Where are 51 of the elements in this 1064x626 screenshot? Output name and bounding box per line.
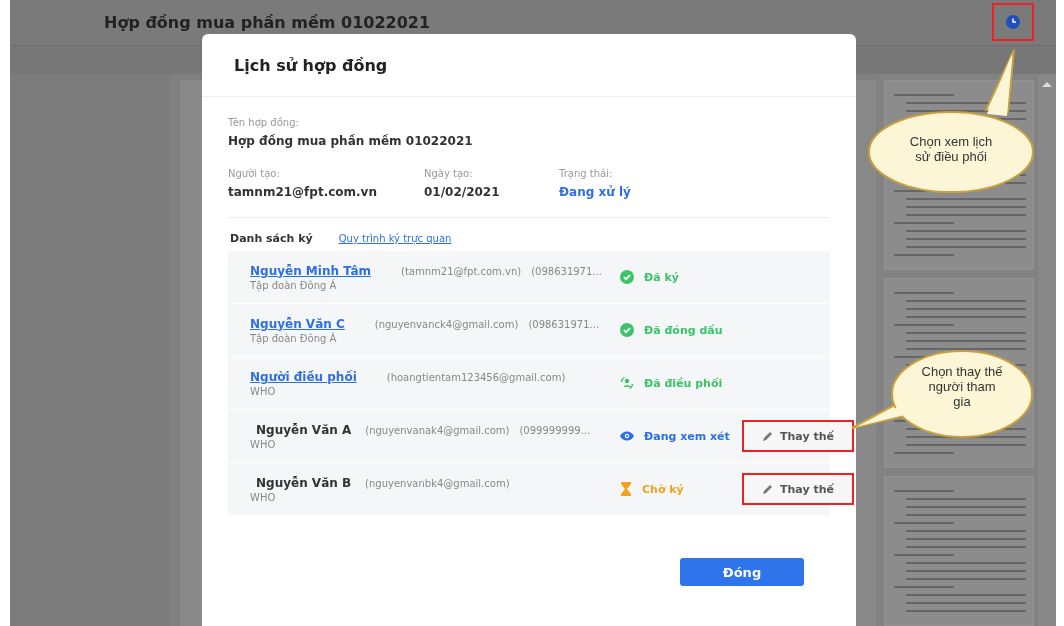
- callout-text: Chọn xem lịch sử điều phối: [908, 134, 994, 164]
- people-sync-icon: [620, 376, 634, 390]
- field-value: 01/02/2021: [424, 185, 501, 199]
- history-button[interactable]: [992, 3, 1034, 42]
- signer-organization: WHO: [250, 491, 277, 503]
- signer-email: (hoangtientam123456@gmail.com): [386, 371, 566, 383]
- signer-organization: Tập đoàn Đông Á: [250, 332, 338, 344]
- signer-phone: (098631971...: [531, 265, 602, 277]
- field-label: Tên hợp đồng:: [228, 117, 300, 128]
- field-label: Ngày tạo:: [424, 168, 474, 179]
- signer-email: (tamnm21@fpt.com.vn): [401, 265, 522, 277]
- contract-name: Hợp đồng mua phần mềm 01022021: [228, 134, 474, 148]
- signer-organization: WHO: [250, 438, 277, 450]
- replace-button[interactable]: Thay thế: [742, 473, 854, 505]
- signer-name: Nguyễn Văn B: [256, 475, 352, 490]
- close-button[interactable]: Đóng: [680, 558, 804, 586]
- replace-button[interactable]: Thay thế: [742, 420, 854, 452]
- signing-status: Đang xem xét: [644, 429, 730, 443]
- signer-organization: WHO: [250, 385, 277, 397]
- signing-flow-link[interactable]: Quy trình ký trực quan: [338, 233, 452, 244]
- status-value: Đang xử lý: [559, 185, 632, 199]
- signer-name[interactable]: Người điều phối: [250, 369, 357, 384]
- field-value: tamnm21@fpt.com.vn: [228, 185, 378, 199]
- signer-phone: (098631971...: [528, 318, 600, 330]
- signing-status: Chờ ký: [642, 482, 684, 496]
- signer-email: (nguyenvanbk4@gmail.com): [365, 477, 510, 489]
- pencil-icon: [762, 483, 774, 495]
- page-thumbnail-drawing[interactable]: [884, 476, 1034, 626]
- pencil-icon: [762, 430, 774, 442]
- signing-status: Đã đóng dấu: [644, 323, 723, 337]
- dialog-title: Lịch sử hợp đồng: [234, 55, 388, 75]
- signer-name: Nguyễn Văn A: [256, 422, 352, 437]
- signer-organization: Tập đoàn Đông Á: [250, 279, 338, 291]
- scroll-up-icon[interactable]: [1041, 80, 1053, 88]
- signing-status: Đã điều phối: [644, 376, 723, 390]
- signer-email: (nguyenvanak4@gmail.com): [365, 424, 510, 436]
- check-circle-icon: [620, 323, 634, 337]
- signing-status: Đã ký: [644, 270, 679, 284]
- document-title: Hợp đồng mua phần mềm 01022021: [104, 12, 431, 32]
- eye-icon: [620, 431, 634, 441]
- clock-icon: [1006, 15, 1020, 30]
- signer-phone: (099999999...: [519, 424, 591, 436]
- signer-name[interactable]: Nguyễn Văn C: [250, 316, 345, 331]
- signer-name[interactable]: Nguyễn Minh Tâm: [250, 263, 371, 278]
- signer-email: (nguyenvanck4@gmail.com): [374, 318, 519, 330]
- hourglass-icon: [620, 482, 632, 496]
- field-label: Trạng thái:: [559, 168, 614, 179]
- callout-text: Chọn thay thế người tham gia: [920, 364, 1004, 409]
- check-circle-icon: [620, 270, 634, 284]
- section-heading: Danh sách ký: [230, 232, 313, 245]
- field-label: Người tạo:: [228, 168, 281, 179]
